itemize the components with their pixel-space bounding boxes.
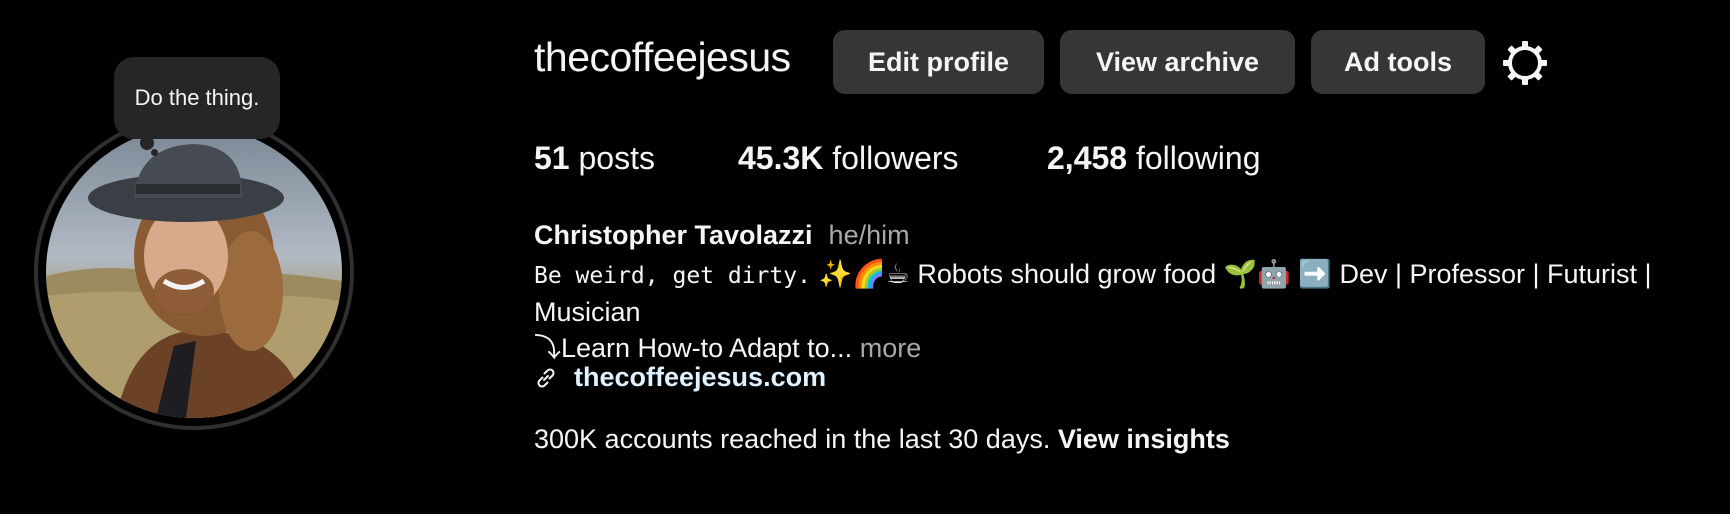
note-bubble-tail bbox=[140, 136, 154, 150]
followers-stat[interactable]: 45.3K followers bbox=[738, 140, 959, 177]
followers-count: 45.3K bbox=[738, 140, 824, 176]
bio-mono-text: Be weird, get dirty. bbox=[534, 263, 811, 289]
insights-text: 300K accounts reached in the last 30 day… bbox=[534, 424, 1051, 454]
gear-icon[interactable] bbox=[1500, 38, 1550, 88]
website-row: thecoffeejesus.com bbox=[534, 362, 826, 393]
website-link[interactable]: thecoffeejesus.com bbox=[574, 362, 826, 393]
avatar-photo bbox=[46, 126, 342, 418]
following-count: 2,458 bbox=[1047, 140, 1128, 176]
profile-bio: Be weird, get dirty. ✨🌈☕ Robots should g… bbox=[534, 256, 1704, 330]
followers-label: followers bbox=[832, 140, 959, 176]
name-row: Christopher Tavolazzi he/him bbox=[534, 220, 910, 251]
view-archive-button[interactable]: View archive bbox=[1060, 30, 1295, 94]
profile-full-name: Christopher Tavolazzi bbox=[534, 220, 813, 250]
following-stat[interactable]: 2,458 following bbox=[1047, 140, 1260, 177]
following-label: following bbox=[1135, 140, 1261, 176]
posts-stat: 51 posts bbox=[534, 140, 655, 177]
view-insights-link[interactable]: View insights bbox=[1058, 424, 1230, 454]
posts-count: 51 bbox=[534, 140, 570, 176]
more-link[interactable]: more bbox=[860, 333, 922, 363]
note-bubble-tail-small bbox=[151, 149, 158, 156]
posts-label: posts bbox=[578, 140, 655, 176]
note-bubble[interactable]: Do the thing. bbox=[114, 57, 280, 139]
ad-tools-button[interactable]: Ad tools bbox=[1311, 30, 1485, 94]
edit-profile-button[interactable]: Edit profile bbox=[833, 30, 1044, 94]
profile-username: thecoffeejesus bbox=[534, 34, 791, 80]
link-icon bbox=[537, 367, 555, 388]
profile-avatar[interactable] bbox=[34, 114, 362, 434]
bio-line-learn: ⤵Learn How-to Adapt to... more bbox=[534, 326, 921, 365]
insights-row: 300K accounts reached in the last 30 day… bbox=[534, 424, 1230, 455]
profile-pronouns: he/him bbox=[828, 220, 910, 250]
bio-truncated-text: ⤵Learn How-to Adapt to... bbox=[534, 333, 853, 363]
